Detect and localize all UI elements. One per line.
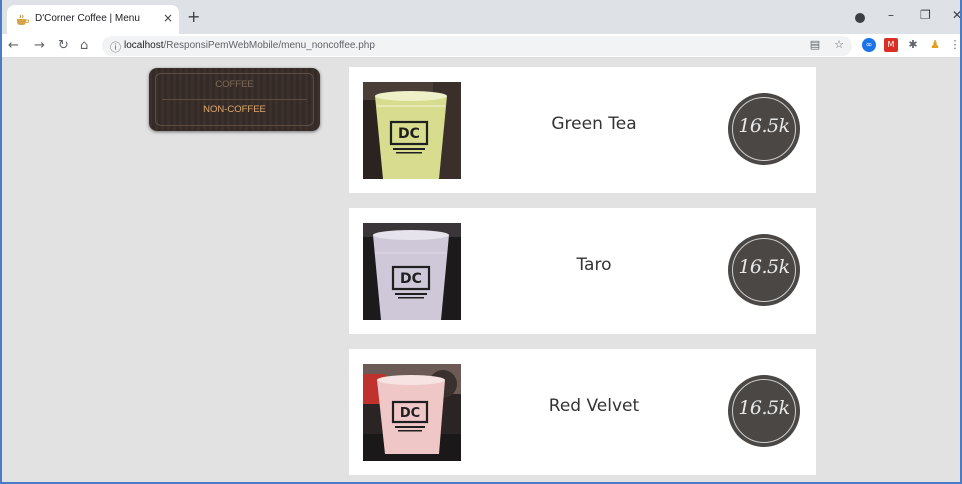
page-content: COFFEE NON-COFFEE DC Green Tea 16.5k DC … <box>2 59 960 482</box>
menu-card[interactable]: DC Red Velvet 16.5k <box>349 349 816 475</box>
product-photo: DC <box>363 82 461 179</box>
product-name: Red Velvet <box>548 396 640 416</box>
url-host: localhost <box>124 40 164 51</box>
nav-divider <box>162 99 307 100</box>
browser-toolbar: ← → ↻ ⌂ ⓘ localhost/ResponsiPemWebMobile… <box>2 34 961 58</box>
nav-noncoffee-link[interactable]: NON-COFFEE <box>156 104 313 115</box>
price-badge: 16.5k <box>728 234 800 306</box>
red-velvet-cup-image: DC <box>363 364 461 461</box>
product-photo: DC <box>363 364 461 461</box>
home-icon[interactable]: ⌂ <box>80 38 88 53</box>
product-photo: DC <box>363 223 461 320</box>
cup-logo-text: DC <box>400 271 422 287</box>
nav-coffee-link[interactable]: COFFEE <box>156 79 313 90</box>
tab-close-icon[interactable]: × <box>163 11 173 25</box>
close-window-icon[interactable]: ✕ <box>952 8 960 22</box>
url-text: localhost/ResponsiPemWebMobile/menu_nonc… <box>124 40 375 51</box>
product-name: Taro <box>576 255 612 275</box>
product-name: Green Tea <box>551 114 637 134</box>
browser-tab[interactable]: D'Corner Coffee | Menu × <box>7 5 179 34</box>
restore-icon[interactable]: ❐ <box>920 8 931 22</box>
price-text: 16.5k <box>738 256 790 278</box>
price-text: 16.5k <box>738 115 790 137</box>
price-badge: 16.5k <box>728 375 800 447</box>
tab-strip: D'Corner Coffee | Menu × + – ❐ ✕ <box>2 0 960 34</box>
taro-cup-image: DC <box>363 223 461 320</box>
cup-logo-text: DC <box>398 126 420 142</box>
new-tab-icon[interactable]: + <box>187 7 200 26</box>
category-nav-frame: COFFEE NON-COFFEE <box>155 73 314 126</box>
extension-infinity-icon[interactable]: ∞ <box>862 38 876 52</box>
menu-card[interactable]: DC Green Tea 16.5k <box>349 67 816 193</box>
menu-kebab-icon[interactable]: ⋮ <box>948 38 961 52</box>
profile-icon[interactable] <box>855 13 865 23</box>
extensions-puzzle-icon[interactable]: ✱ <box>906 38 920 52</box>
forward-icon[interactable]: → <box>34 38 45 53</box>
bookmark-star-icon[interactable]: ☆ <box>832 38 846 52</box>
price-badge: 16.5k <box>728 93 800 165</box>
price-text: 16.5k <box>738 397 790 419</box>
extension-red-icon[interactable]: M <box>884 38 898 52</box>
menu-card[interactable]: DC Taro 16.5k <box>349 208 816 334</box>
tab-title: D'Corner Coffee | Menu <box>35 13 140 24</box>
cup-logo-text: DC <box>400 406 420 421</box>
green-tea-cup-image: DC <box>363 82 461 179</box>
browser-window: D'Corner Coffee | Menu × + – ❐ ✕ ← → ↻ ⌂… <box>0 0 962 484</box>
user-avatar-icon[interactable]: ♟ <box>928 38 942 52</box>
reload-icon[interactable]: ↻ <box>58 38 69 53</box>
info-icon[interactable]: ⓘ <box>110 39 121 55</box>
back-icon[interactable]: ← <box>8 38 19 53</box>
category-nav: COFFEE NON-COFFEE <box>149 68 320 131</box>
minimize-icon[interactable]: – <box>888 8 894 22</box>
translate-icon[interactable]: ▤ <box>808 38 822 52</box>
address-bar[interactable]: ⓘ localhost/ResponsiPemWebMobile/menu_no… <box>102 36 852 56</box>
coffee-favicon-icon <box>17 14 29 25</box>
url-path: /ResponsiPemWebMobile/menu_noncoffee.php <box>163 40 375 51</box>
